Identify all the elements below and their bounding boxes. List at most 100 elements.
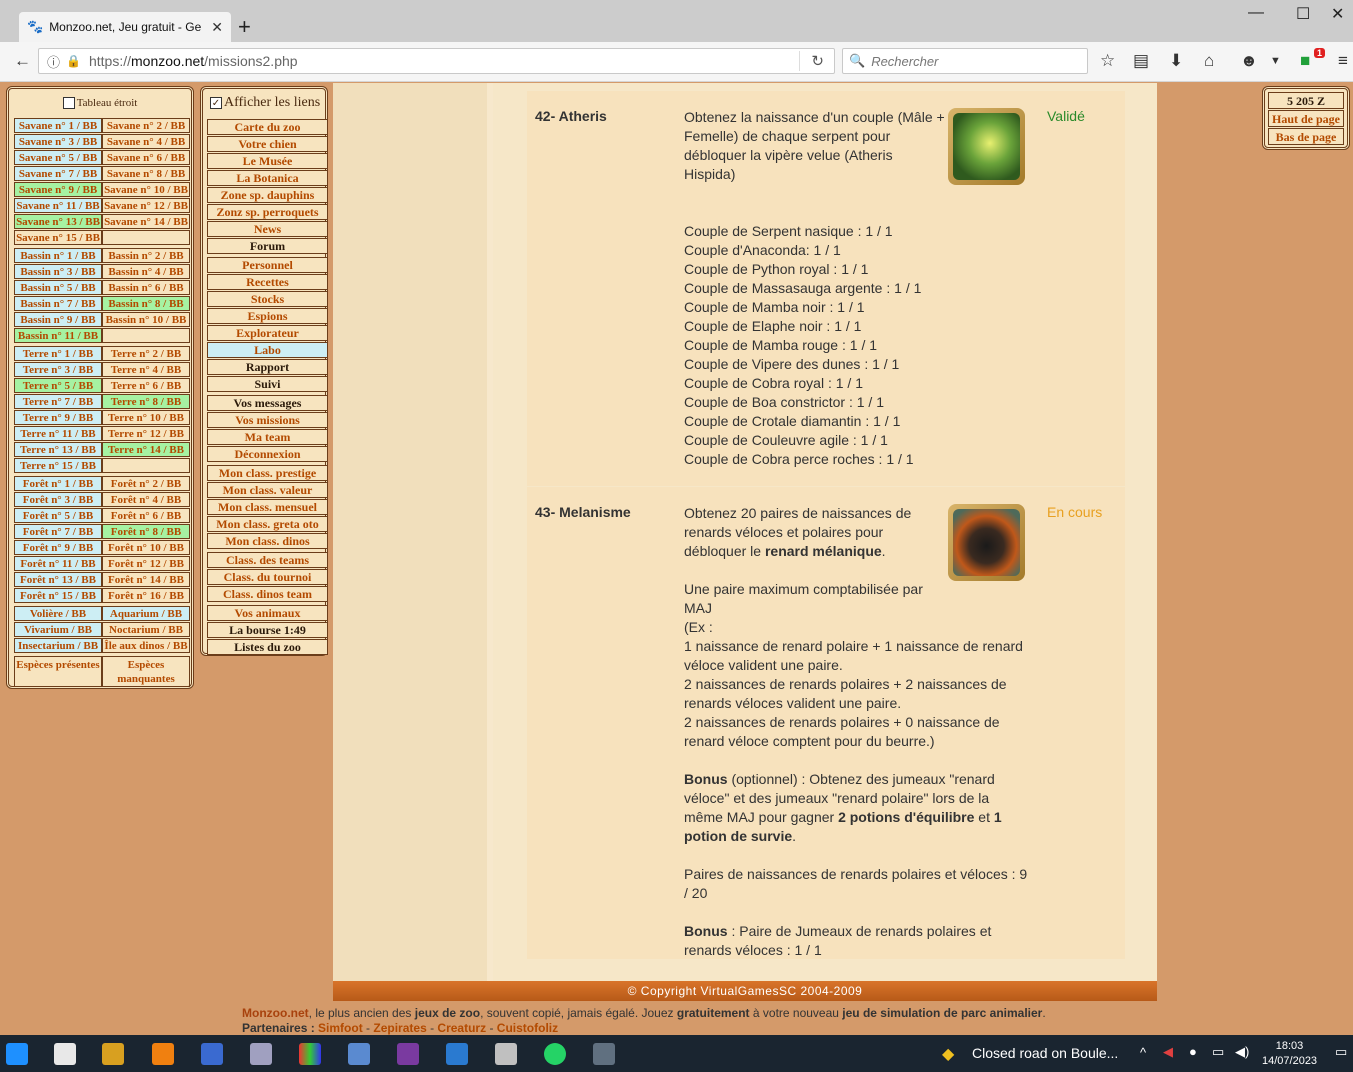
nav-link[interactable]: Class. des teams bbox=[207, 552, 328, 568]
enclosure-link[interactable]: Forêt n° 11 / BB bbox=[14, 556, 102, 571]
enclosure-link[interactable]: Terre n° 13 / BB bbox=[14, 442, 102, 457]
enclosure-link[interactable]: Savane n° 14 / BB bbox=[102, 214, 190, 229]
checkbox[interactable] bbox=[62, 97, 75, 110]
tray-chevron-icon[interactable]: ^ bbox=[1140, 1045, 1146, 1060]
nav-link[interactable]: Class. dinos team bbox=[207, 586, 328, 602]
enclosure-link[interactable]: Forêt n° 15 / BB bbox=[14, 588, 102, 603]
bookmark-star-icon[interactable]: ☆ bbox=[1100, 51, 1115, 71]
home-icon[interactable]: ⌂ bbox=[1204, 51, 1214, 71]
partner-link[interactable]: Creaturz bbox=[437, 1021, 486, 1035]
enclosure-link[interactable]: Savane n° 7 / BB bbox=[14, 166, 102, 181]
enclosure-link[interactable]: Forêt n° 3 / BB bbox=[14, 492, 102, 507]
enclosure-link[interactable]: Terre n° 11 / BB bbox=[14, 426, 102, 441]
enclosure-link[interactable]: Terre n° 8 / BB bbox=[102, 394, 190, 409]
enclosure-link[interactable]: Bassin n° 4 / BB bbox=[102, 264, 190, 279]
enclosure-link[interactable]: Savane n° 3 / BB bbox=[14, 134, 102, 149]
enclosure-link[interactable]: Savane n° 4 / BB bbox=[102, 134, 190, 149]
enclosure-link[interactable]: Terre n° 12 / BB bbox=[102, 426, 190, 441]
enclosure-link[interactable]: Bassin n° 9 / BB bbox=[14, 312, 102, 327]
extension-icon[interactable]: ■ bbox=[1300, 51, 1310, 71]
nav-link[interactable]: Mon class. mensuel bbox=[207, 499, 328, 515]
enclosure-link[interactable]: Bassin n° 2 / BB bbox=[102, 248, 190, 263]
camera-icon[interactable] bbox=[593, 1043, 615, 1065]
enclosure-link[interactable]: Bassin n° 3 / BB bbox=[14, 264, 102, 279]
enclosure-link[interactable]: Forêt n° 13 / BB bbox=[14, 572, 102, 587]
enclosure-link[interactable]: Bassin n° 8 / BB bbox=[102, 296, 190, 311]
enclosure-link[interactable]: Savane n° 12 / BB bbox=[102, 198, 190, 213]
brand-link[interactable]: Monzoo.net bbox=[242, 1006, 309, 1020]
nav-link[interactable]: Explorateur bbox=[207, 325, 328, 341]
extension-monkey-icon[interactable]: ☻ bbox=[1240, 51, 1258, 71]
enclosure-link[interactable]: Noctarium / BB bbox=[102, 622, 190, 637]
enclosure-link[interactable]: Terre n° 7 / BB bbox=[14, 394, 102, 409]
enclosure-link[interactable]: Aquarium / BB bbox=[102, 606, 190, 621]
nav-link[interactable]: Vos missions bbox=[207, 412, 328, 428]
bottom-of-page-link[interactable]: Bas de page bbox=[1268, 128, 1344, 145]
nav-link[interactable]: Vos messages bbox=[207, 395, 328, 411]
media-player-icon[interactable] bbox=[102, 1043, 124, 1065]
nav-link[interactable]: Zonz sp. perroquets bbox=[207, 204, 328, 220]
nav-link[interactable]: Forum bbox=[207, 238, 328, 254]
partner-link[interactable]: Zepirates bbox=[373, 1021, 426, 1035]
enclosure-link[interactable]: Bassin n° 10 / BB bbox=[102, 312, 190, 327]
enclosure-link[interactable]: Île aux dinos / BB bbox=[102, 638, 190, 653]
browser-tab[interactable]: 🐾 Monzoo.net, Jeu gratuit - Ge ✕ bbox=[19, 12, 231, 42]
enclosure-link[interactable]: Forêt n° 14 / BB bbox=[102, 572, 190, 587]
nav-link[interactable]: Carte du zoo bbox=[207, 119, 328, 135]
enclosure-link[interactable]: Savane n° 2 / BB bbox=[102, 118, 190, 133]
top-of-page-link[interactable]: Haut de page bbox=[1268, 110, 1344, 127]
enclosure-link[interactable]: Terre n° 5 / BB bbox=[14, 378, 102, 393]
onenote-icon[interactable] bbox=[397, 1043, 419, 1065]
network-icon[interactable]: ▭ bbox=[1212, 1044, 1224, 1060]
show-links-toggle[interactable]: ✓ Afficher les liens bbox=[203, 89, 325, 113]
enclosure-link[interactable]: Forêt n° 9 / BB bbox=[14, 540, 102, 555]
enclosure-link[interactable]: Savane n° 6 / BB bbox=[102, 150, 190, 165]
minimize-icon[interactable]: — bbox=[1248, 4, 1264, 22]
enclosure-link[interactable]: Forêt n° 12 / BB bbox=[102, 556, 190, 571]
nav-link[interactable]: Mon class. prestige bbox=[207, 465, 328, 481]
nav-link[interactable]: La bourse 1:49 bbox=[207, 622, 328, 638]
calculator-icon[interactable] bbox=[495, 1043, 517, 1065]
partner-link[interactable]: Simfoot bbox=[318, 1021, 363, 1035]
whatsapp-icon[interactable] bbox=[544, 1043, 566, 1065]
nav-link[interactable]: Vos animaux bbox=[207, 605, 328, 621]
download-icon[interactable]: ⬇ bbox=[1169, 51, 1183, 71]
nav-link[interactable]: Espions bbox=[207, 308, 328, 324]
volume-icon[interactable]: ◀) bbox=[1235, 1044, 1249, 1060]
nav-link[interactable]: Class. du tournoi bbox=[207, 569, 328, 585]
info-icon[interactable]: ⓘ bbox=[47, 52, 60, 71]
enclosure-link[interactable]: Forêt n° 16 / BB bbox=[102, 588, 190, 603]
enclosure-link[interactable]: Forêt n° 8 / BB bbox=[102, 524, 190, 539]
nav-link[interactable]: Suivi bbox=[207, 376, 328, 392]
nav-link[interactable]: Labo bbox=[207, 342, 328, 358]
enclosure-link[interactable]: Forêt n° 7 / BB bbox=[14, 524, 102, 539]
nav-link[interactable]: Listes du zoo bbox=[207, 639, 328, 655]
enclosure-link[interactable]: Forêt n° 6 / BB bbox=[102, 508, 190, 523]
enclosure-link[interactable]: Terre n° 9 / BB bbox=[14, 410, 102, 425]
close-window-icon[interactable]: ✕ bbox=[1331, 4, 1344, 24]
reload-icon[interactable]: ↻ bbox=[811, 52, 824, 70]
enclosure-link[interactable]: Vivarium / BB bbox=[14, 622, 102, 637]
color-app-icon[interactable] bbox=[299, 1043, 321, 1065]
tray-icon[interactable]: ● bbox=[1189, 1044, 1197, 1059]
enclosure-link[interactable]: Bassin n° 6 / BB bbox=[102, 280, 190, 295]
notifications-icon[interactable]: ▭ bbox=[1335, 1044, 1347, 1060]
reading-list-icon[interactable]: ▤ bbox=[1133, 51, 1149, 71]
enclosure-link[interactable]: Terre n° 15 / BB bbox=[14, 458, 102, 473]
search-input[interactable]: 🔍 Rechercher bbox=[842, 48, 1088, 74]
enclosure-link[interactable]: Bassin n° 7 / BB bbox=[14, 296, 102, 311]
nav-link[interactable]: Déconnexion bbox=[207, 446, 328, 462]
nav-link[interactable]: Recettes bbox=[207, 274, 328, 290]
maximize-icon[interactable]: ☐ bbox=[1296, 4, 1310, 24]
nav-link[interactable]: Ma team bbox=[207, 429, 328, 445]
enclosure-link[interactable]: Bassin n° 5 / BB bbox=[14, 280, 102, 295]
nav-link[interactable]: Rapport bbox=[207, 359, 328, 375]
partner-link[interactable]: Cuistofoliz bbox=[497, 1021, 558, 1035]
enclosure-link[interactable]: Terre n° 3 / BB bbox=[14, 362, 102, 377]
vlc-icon[interactable] bbox=[152, 1043, 174, 1065]
nav-link[interactable]: Zone sp. dauphins bbox=[207, 187, 328, 203]
nav-link[interactable]: Mon class. valeur bbox=[207, 482, 328, 498]
app-icon[interactable] bbox=[201, 1043, 223, 1065]
nav-link[interactable]: Mon class. dinos bbox=[207, 533, 328, 549]
enclosure-link[interactable]: Savane n° 1 / BB bbox=[14, 118, 102, 133]
